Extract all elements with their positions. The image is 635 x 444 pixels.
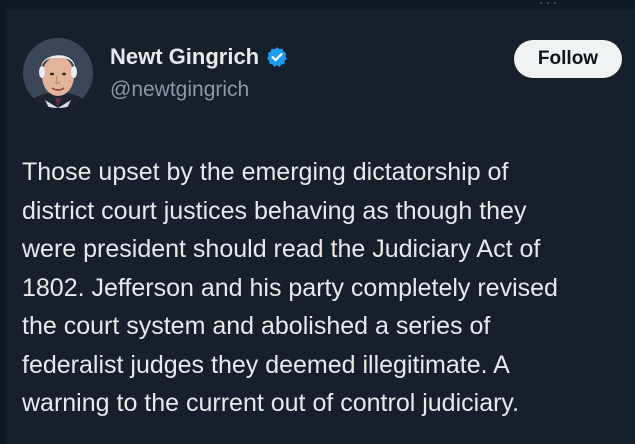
left-edge: [0, 0, 6, 444]
author-handle[interactable]: @newtgingrich: [110, 77, 249, 103]
tweet-text-line: were president should read the Judiciary…: [22, 235, 541, 263]
tweet-text: Those upset by the emerging dictatorship…: [22, 153, 628, 423]
tweet-text-line: Those upset by the emerging dictatorship…: [22, 158, 509, 186]
more-options-icon[interactable]: ···: [539, 0, 573, 10]
author-display-name[interactable]: Newt Gingrich: [110, 44, 259, 70]
verified-badge-icon: [266, 46, 288, 68]
author-name-row[interactable]: Newt Gingrich: [110, 44, 288, 70]
follow-button[interactable]: Follow: [514, 40, 622, 78]
tweet-text-line: district court justices behaving as thou…: [22, 196, 527, 225]
avatar-photo-icon: [23, 38, 93, 108]
tweet-text-line: 1802. Jefferson and his party completely…: [22, 273, 558, 302]
tweet-text-line: warning to the current out of control ju…: [22, 389, 520, 417]
tweet-text-line: the court system and abolished a series …: [22, 312, 491, 340]
tweet-card: ··· Newt Gingrich @newtgingrich Follow T…: [0, 0, 635, 444]
avatar[interactable]: [23, 38, 93, 108]
tweet-text-line: federalist judges they deemed illegitima…: [22, 350, 510, 379]
